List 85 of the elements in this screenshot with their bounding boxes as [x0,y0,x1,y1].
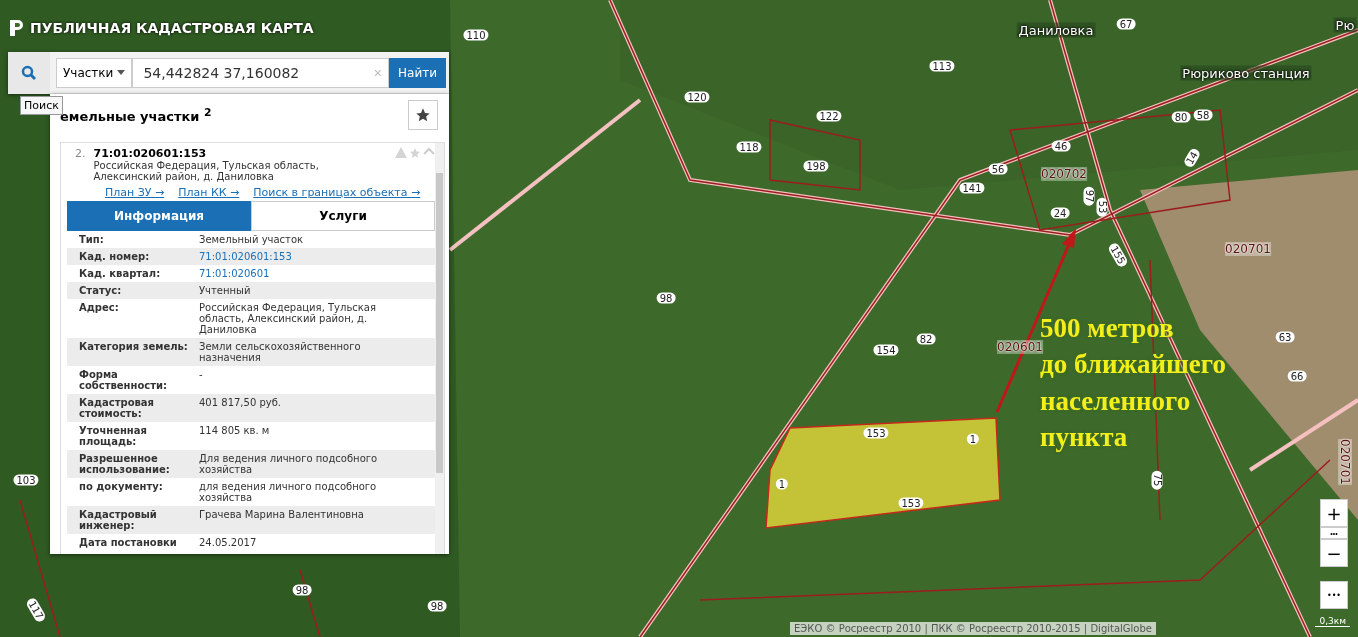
scrollbar[interactable] [435,143,444,554]
parcel-label: 153 [863,427,889,439]
search-icon [21,64,37,81]
field-label: Статус: [79,285,123,296]
search-button[interactable] [8,51,50,94]
parcel-label: 153 [898,497,924,509]
logo-icon [8,18,24,38]
field-label: Разрешенное использование: [79,453,171,475]
parcel-label: 98 [427,600,447,612]
star-icon [409,147,421,159]
parcel-label: 56 [988,163,1008,175]
parcel-label: 80 [1171,111,1191,123]
field-link[interactable]: 71:01:020601 [199,268,423,279]
parcel-label: 103 [13,474,39,486]
field-value: Для ведения личного подсобного хозяйства [199,453,379,475]
info-tab[interactable]: Услуги [251,201,435,231]
parcel-label: 46 [1051,140,1071,152]
field-value: Земельный участок [199,234,305,245]
parcel-label: 120 [684,91,710,103]
field-label: Форма собственности: [79,369,169,391]
cadastral-number: 71:01:020601:153 [93,147,208,160]
parcel-label: 82 [916,333,936,345]
parcel-label: 98 [656,292,676,304]
parcel-label: 75 [1151,470,1163,490]
zoom-in-button[interactable]: + [1320,499,1348,527]
favorite-button[interactable] [408,100,438,130]
zoom-out-button[interactable]: − [1320,539,1348,567]
search-field[interactable]: 54,442824 37,160082 × [132,57,390,88]
field-label: Кадастровый инженер: [79,509,158,531]
parcel-label: 110 [463,29,489,41]
parcel-label: 24 [1050,207,1070,219]
field-label: Тип: [79,234,105,245]
field-value: - [199,369,204,382]
star-icon [415,107,431,123]
plan-link[interactable]: План КК → [178,186,240,199]
field-label: Категория земель: [79,341,189,354]
quarter-label: 020702 [1041,167,1087,181]
parcel-label: 98 [292,584,312,596]
parcel-label: 66 [1287,370,1307,382]
parcel-label: 122 [816,110,842,122]
parcel-label: 1 [966,433,980,445]
parcel-label: 58 [1193,109,1213,121]
field-value: Учтенный [199,285,252,296]
field-link[interactable]: 71:01:020601:153 [199,251,423,262]
results-heading: емельные участки $^{2}$ [60,105,212,125]
field-label: по документу: [79,481,164,494]
field-value: 24.05.2017 [199,537,258,548]
more-button[interactable]: ••• [1320,581,1348,609]
field-value: 401 817,50 руб. [199,397,283,410]
field-label: Кадастровая стоимость: [79,397,155,419]
tooltip: Поиск [20,96,63,115]
parcel-label: 53 [1096,197,1108,217]
field-value: для ведения личного подсобного хозяйства [199,481,378,503]
map-attribution: ЕЭКО © Росреестр 2010 | ПКК © Росреестр 2010-2015 | DigitalGlobe [790,622,1156,635]
field-value: Земли сельскохозяйственного назначения [199,341,362,363]
field-label: Кад. номер: [79,251,151,262]
parcel-label: 154 [873,344,899,356]
field-label: Дата постановки [79,537,178,548]
find-button[interactable]: Найти [389,57,446,88]
caret-icon [117,70,126,75]
warning-icon [395,147,407,158]
parcel-label: 118 [736,141,762,153]
field-value: 114 805 кв. м [199,425,271,438]
app-title: ПУБЛИЧНАЯ КАДАСТРОВАЯ КАРТА [30,20,314,36]
parcel-label: 97 [1083,186,1095,206]
parcel-label: 113 [929,60,955,72]
parcel-label: 141 [959,182,985,194]
field-value: Российская Федерация, Тульская область, Алексинский район, д. Даниловка [199,302,377,335]
scale-bar: 0,3км [1315,616,1350,627]
item-address: Российская Федерация, Тульская область, Алексинский район, д. Даниловка [93,160,320,182]
plan-link[interactable]: Поиск в границах объекта → [253,186,421,199]
quarter-label: 020701 [1338,439,1352,485]
field-value: Грачева Марина Валентиновна [199,509,365,522]
parcel-label: 198 [803,160,829,172]
parcel-label: 67 [1116,18,1136,30]
quarter-label: 020701 [1225,242,1271,256]
field-label: Кад. квартал: [79,268,162,279]
type-dropdown[interactable]: Участки [56,57,133,88]
parcel-label: 63 [1275,331,1295,343]
field-label: Адрес: [79,302,120,315]
info-tab[interactable]: Информация [67,201,251,231]
item-number: 2. [75,147,86,162]
parcel-label: 1 [775,478,789,490]
field-label: Уточненная площадь: [79,425,148,447]
plan-link[interactable]: План ЗУ → [105,186,165,199]
